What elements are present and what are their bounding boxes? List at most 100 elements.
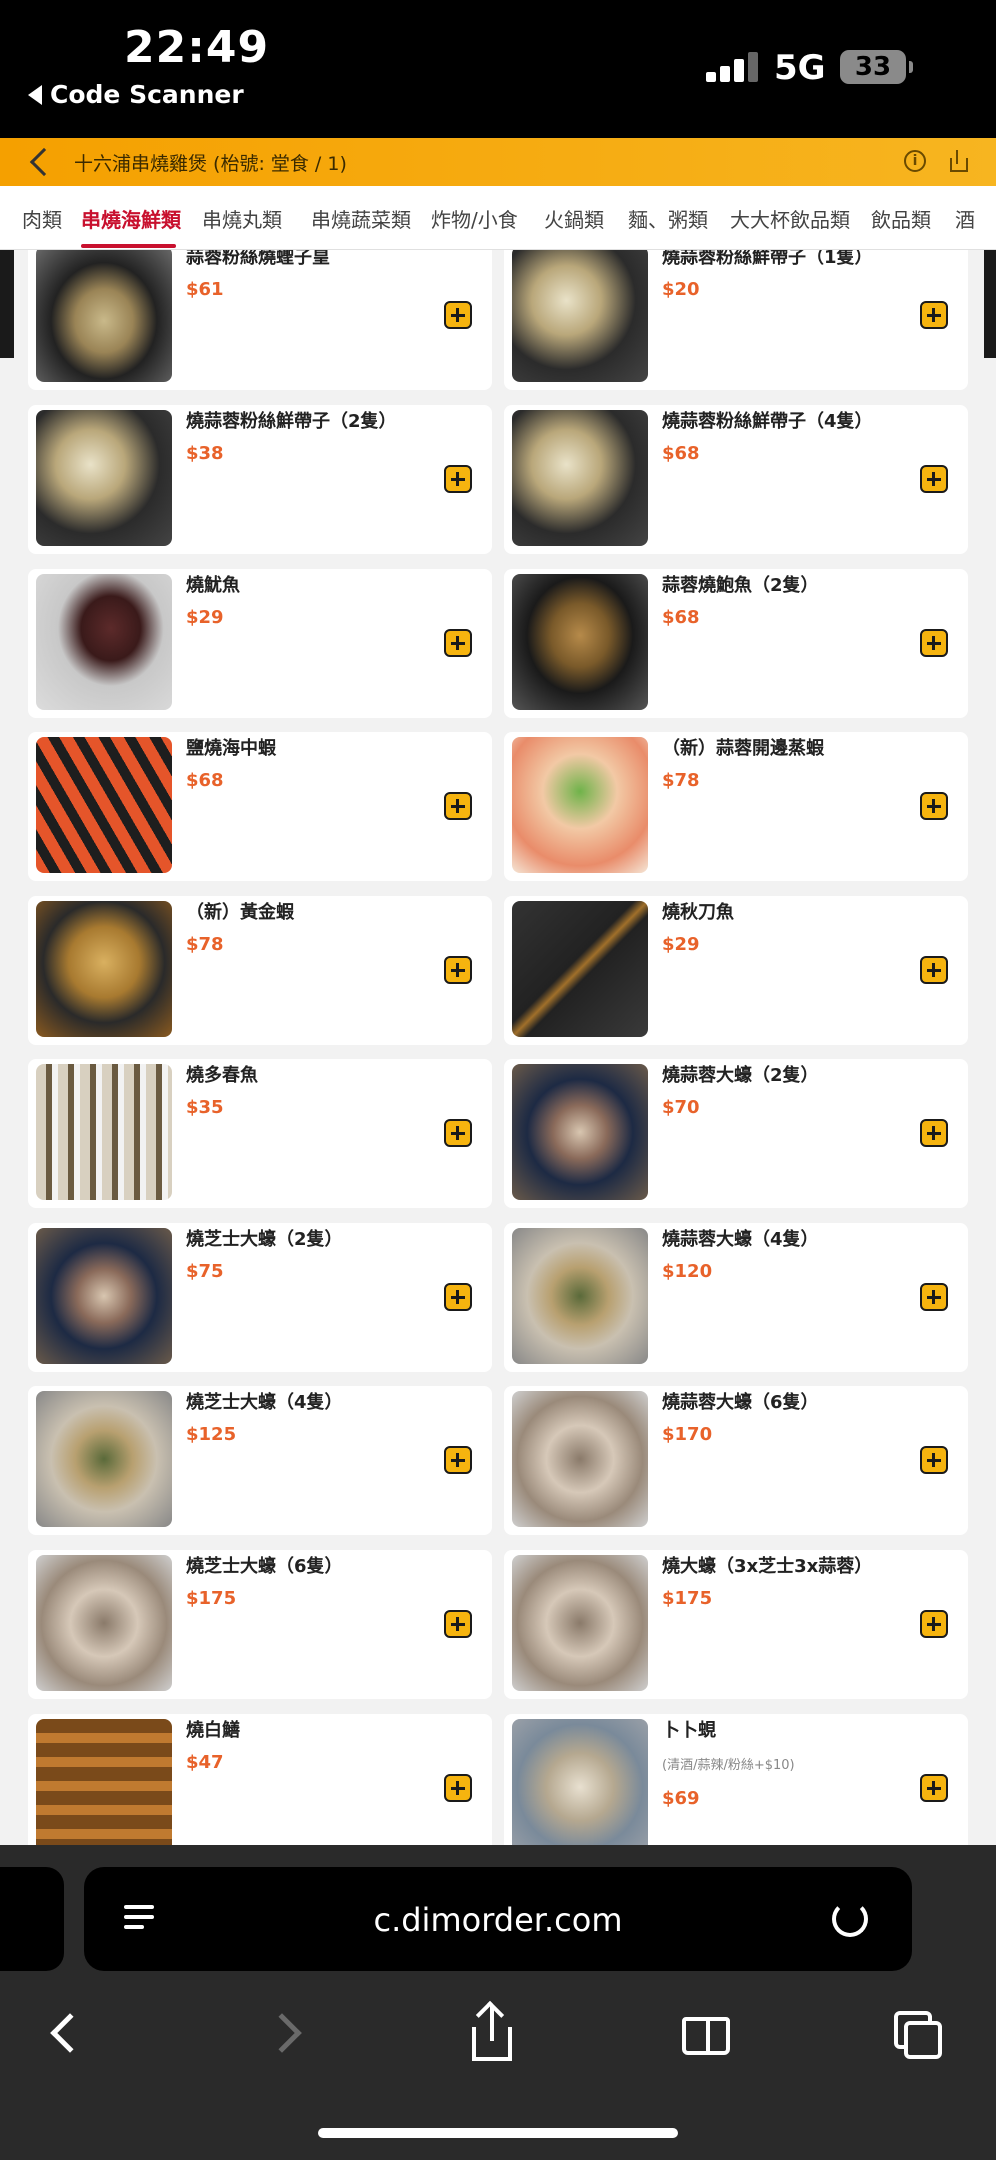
home-indicator[interactable] [318,2128,678,2138]
item-price: $75 [186,1261,224,1282]
item-price: $29 [662,934,700,955]
item-price: $120 [662,1261,713,1282]
food-image [36,410,172,546]
menu-item-card[interactable]: 燒芝士大蠔（4隻） $125 [28,1386,492,1535]
menu-item-card[interactable]: 燒蒜蓉大蠔（6隻） $170 [504,1386,968,1535]
tab-drinks[interactable]: 飲品類 [871,204,931,233]
item-name: （新）蒜蓉開邊蒸蝦 [662,738,824,759]
status-bar: 22:49 Code Scanner 5G 33 [0,0,996,138]
add-to-cart-button[interactable] [444,465,472,493]
item-name: 燒芝士大蠔（2隻） [186,1229,343,1250]
food-image [36,574,172,710]
add-to-cart-button[interactable] [920,1119,948,1147]
add-to-cart-button[interactable] [444,1446,472,1474]
add-to-cart-button[interactable] [920,1774,948,1802]
browser-toolbar: c.dimorder.com [0,1845,996,2160]
add-to-cart-button[interactable] [444,1119,472,1147]
add-to-cart-button[interactable] [444,1283,472,1311]
tab-big-drinks[interactable]: 大大杯飲品類 [730,204,850,233]
add-to-cart-button[interactable] [444,792,472,820]
back-triangle-icon [28,84,42,105]
menu-item-card[interactable]: 燒芝士大蠔（2隻） $75 [28,1223,492,1372]
share-icon[interactable] [948,150,968,172]
battery-icon: 33 [840,50,913,84]
item-name: 燒魷魚 [186,575,240,596]
tab-hotpot[interactable]: 火鍋類 [544,204,604,233]
menu-item-card[interactable]: 燒蒜蓉粉絲鮮帶子（2隻） $38 [28,405,492,554]
menu-item-card[interactable]: 燒蒜蓉粉絲鮮帶子（4隻） $68 [504,405,968,554]
add-to-cart-button[interactable] [444,301,472,329]
menu-item-card[interactable]: 燒魷魚 $29 [28,569,492,718]
item-name: 卜卜蜆 [662,1720,716,1741]
item-price: $68 [662,607,700,628]
food-image [36,1391,172,1527]
menu-item-card[interactable]: 燒大蠔（3x芝士3x蒜蓉） $175 [504,1550,968,1699]
add-to-cart-button[interactable] [444,1774,472,1802]
tab-noodles-congee[interactable]: 麵、粥類 [628,204,708,233]
food-image [512,737,648,873]
food-image [36,1228,172,1364]
address-bar[interactable]: c.dimorder.com [84,1867,912,1971]
tab-meat[interactable]: 肉類 [22,204,62,233]
back-chevron-icon[interactable] [29,147,59,177]
food-image [36,250,172,382]
menu-item-card[interactable]: 燒秋刀魚 $29 [504,896,968,1045]
add-to-cart-button[interactable] [920,465,948,493]
active-tab-indicator [81,244,176,248]
item-price: $35 [186,1097,224,1118]
food-image [512,1228,648,1364]
item-price: $47 [186,1752,224,1773]
menu-item-card[interactable]: 燒白鱔 $47 [28,1714,492,1845]
menu-item-card[interactable]: （新）蒜蓉開邊蒸蝦 $78 [504,732,968,881]
add-to-cart-button[interactable] [920,1283,948,1311]
right-edge-panel [984,250,996,358]
menu-item-card[interactable]: 燒蒜蓉大蠔（2隻） $70 [504,1059,968,1208]
add-to-cart-button[interactable] [920,1610,948,1638]
menu-item-card[interactable]: 燒多春魚 $35 [28,1059,492,1208]
tabs-button[interactable] [888,2005,948,2065]
add-to-cart-button[interactable] [920,629,948,657]
item-price: $61 [186,279,224,300]
back-button[interactable] [40,2005,100,2065]
menu-item-card[interactable]: 燒蒜蓉大蠔（4隻） $120 [504,1223,968,1372]
menu-item-card[interactable]: 燒蒜蓉粉絲鮮帶子（1隻） $20 [504,250,968,390]
menu-item-card[interactable]: （新）黃金蝦 $78 [28,896,492,1045]
network-type: 5G [774,48,826,88]
add-to-cart-button[interactable] [444,1610,472,1638]
add-to-cart-button[interactable] [920,1446,948,1474]
food-image [512,1719,648,1845]
share-button[interactable] [462,2000,522,2065]
menu-grid: 蒜蓉粉絲燒蟶子皇 $61 燒蒜蓉粉絲鮮帶子（1隻） $20 燒蒜蓉粉絲鮮帶子（2… [28,250,968,1845]
item-name: 燒蒜蓉大蠔（4隻） [662,1229,819,1250]
tab-vegetable-skewers[interactable]: 串燒蔬菜類 [311,204,411,233]
menu-item-card[interactable]: 燒芝士大蠔（6隻） $175 [28,1550,492,1699]
add-to-cart-button[interactable] [444,956,472,984]
category-tabs: 肉類 串燒海鮮類 串燒丸類 串燒蔬菜類 炸物/小食 火鍋類 麵、粥類 大大杯飲品… [0,186,996,250]
menu-item-card[interactable]: 鹽燒海中蝦 $68 [28,732,492,881]
info-icon[interactable]: i [904,150,926,172]
tab-ball-skewers[interactable]: 串燒丸類 [202,204,282,233]
item-price: $78 [186,934,224,955]
menu-item-card[interactable]: 卜卜蜆 (清酒/蒜辣/粉絲+$10) $69 [504,1714,968,1845]
tab-fried-snacks[interactable]: 炸物/小食 [431,204,518,233]
bookmarks-button[interactable] [676,2005,736,2065]
tab-seafood-skewers[interactable]: 串燒海鮮類 [81,204,181,233]
item-price: $175 [662,1588,713,1609]
item-price: $175 [186,1588,237,1609]
menu-item-card[interactable]: 蒜蓉粉絲燒蟶子皇 $61 [28,250,492,390]
back-to-app-link[interactable]: Code Scanner [28,80,244,109]
add-to-cart-button[interactable] [920,792,948,820]
reload-icon[interactable] [832,1901,868,1937]
item-price: $29 [186,607,224,628]
tab-alcohol[interactable]: 酒 [955,204,975,233]
item-name: 燒芝士大蠔（6隻） [186,1556,343,1577]
add-to-cart-button[interactable] [920,301,948,329]
previous-tab-preview[interactable] [0,1867,64,1971]
item-name: 燒蒜蓉粉絲鮮帶子（4隻） [662,411,873,432]
add-to-cart-button[interactable] [920,956,948,984]
menu-item-card[interactable]: 蒜蓉燒鮑魚（2隻） $68 [504,569,968,718]
item-price: $38 [186,443,224,464]
food-image [512,410,648,546]
forward-button[interactable] [254,2005,314,2065]
add-to-cart-button[interactable] [444,629,472,657]
